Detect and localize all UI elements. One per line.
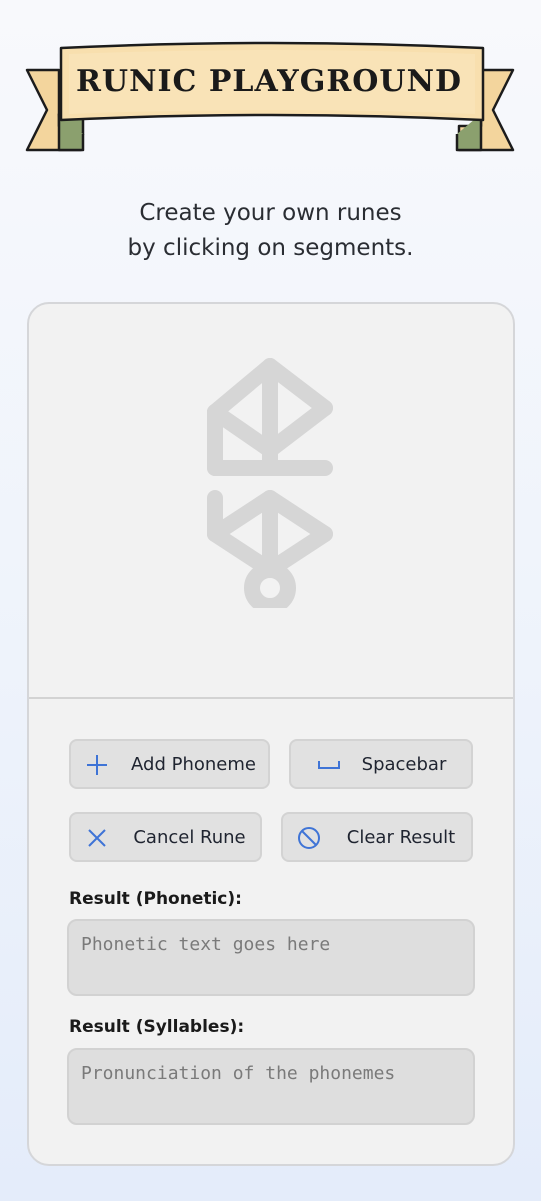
rune-segment [262,400,333,458]
rune-segment [207,358,278,420]
add-phoneme-label: Add Phoneme [131,753,256,775]
cancel-rune-label: Cancel Rune [133,826,246,848]
rune-segment [262,490,333,542]
rune-glyph [207,358,333,608]
intro-line-2: by clicking on segments. [127,235,414,261]
intro-line-1: Create your own runes [139,200,402,226]
rune-segment [207,404,278,458]
rune-segment [262,358,333,416]
syllables-result-label: Result (Syllables): [69,1017,245,1037]
spacebar-button[interactable]: Spacebar [289,739,473,789]
phonetic-result-field[interactable] [67,919,475,996]
title-banner: RUNIC PLAYGROUND [25,40,515,155]
cancel-rune-button[interactable]: Cancel Rune [69,812,262,862]
rune-segment [207,490,278,542]
add-phoneme-button[interactable]: Add Phoneme [69,739,270,789]
intro-text: Create your own runes by clicking on seg… [0,196,541,266]
app-title: RUNIC PLAYGROUND [76,63,463,99]
syllables-result-field[interactable] [67,1048,475,1125]
rune-circle [244,562,296,608]
spacebar-label: Spacebar [361,753,447,775]
phonetic-result-label: Result (Phonetic): [69,889,242,909]
clear-result-label: Clear Result [346,826,456,848]
rune-panel: Add Phoneme Spacebar Cancel Rune Clear R… [27,302,515,1166]
clear-result-button[interactable]: Clear Result [281,812,473,862]
rune-canvas [29,304,513,699]
